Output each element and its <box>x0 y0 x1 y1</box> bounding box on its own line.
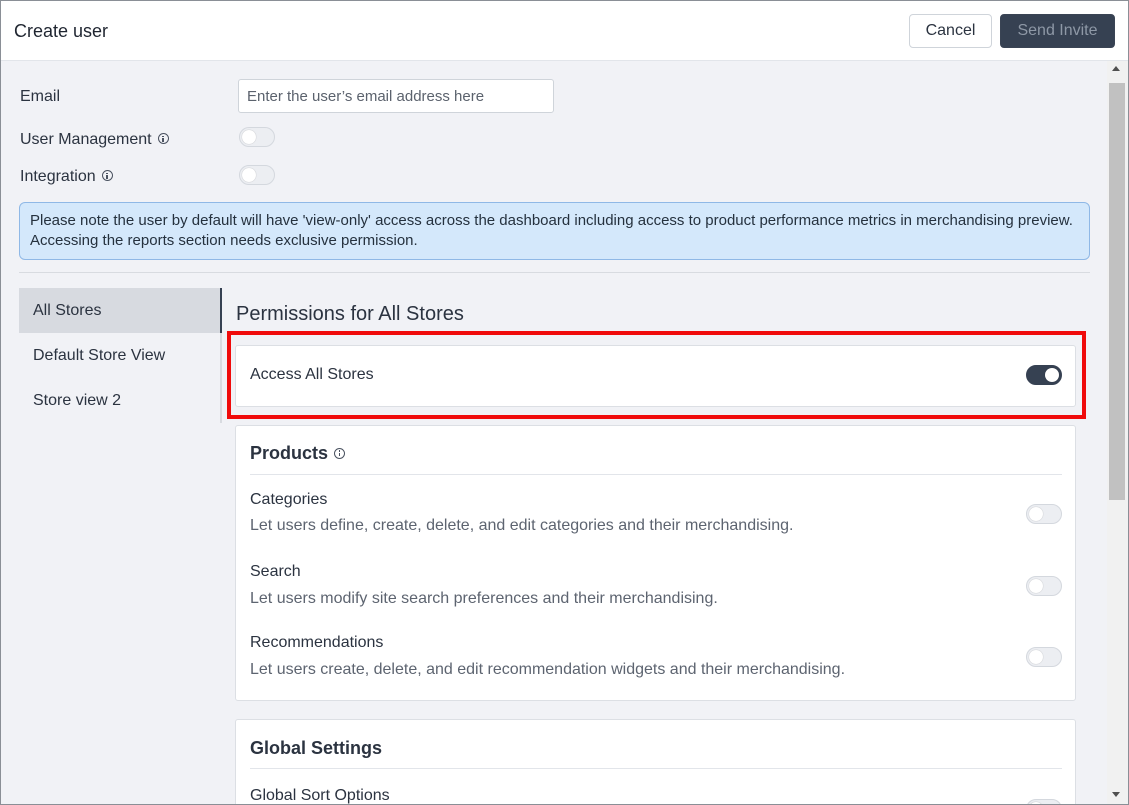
search-toggle[interactable] <box>1026 576 1062 596</box>
scrollbar-thumb[interactable] <box>1109 83 1125 500</box>
recommendations-title: Recommendations <box>250 634 384 651</box>
send-invite-button[interactable]: Send Invite <box>1000 14 1115 48</box>
section-rule <box>250 474 1062 475</box>
global-settings-heading: Global Settings <box>250 738 383 758</box>
dialog-header: Create user Cancel Send Invite <box>1 1 1128 61</box>
recommendations-toggle[interactable] <box>1026 647 1062 667</box>
products-heading: Products <box>250 443 346 464</box>
email-input[interactable] <box>238 79 554 113</box>
global-settings-card: Global Settings Global Sort Options <box>235 719 1076 804</box>
info-icon[interactable] <box>101 170 113 182</box>
categories-description: Let users define, create, delete, and ed… <box>250 517 794 534</box>
scroll-up-arrow-icon[interactable] <box>1112 66 1120 71</box>
toggle-knob <box>242 168 256 182</box>
toggle-knob <box>1029 579 1043 593</box>
view-only-notice: Please note the user by default will hav… <box>19 202 1090 260</box>
integration-label: Integration <box>20 168 113 186</box>
products-card: Products Categories Let users define, cr… <box>235 425 1076 701</box>
email-label: Email <box>20 88 61 105</box>
store-nav-item-store-view-2[interactable]: Store view 2 <box>19 378 220 423</box>
vertical-scrollbar[interactable] <box>1107 61 1128 804</box>
products-heading-text: Products <box>250 443 329 463</box>
toggle-knob <box>1045 368 1059 382</box>
info-icon[interactable] <box>157 133 169 145</box>
user-management-label-text: User Management <box>20 131 152 148</box>
toggle-knob <box>1029 507 1043 521</box>
global-sort-options-title: Global Sort Options <box>250 787 390 804</box>
cancel-button[interactable]: Cancel <box>909 14 992 48</box>
dialog-title: Create user <box>14 21 109 41</box>
global-sort-options-toggle[interactable] <box>1026 799 1062 804</box>
recommendations-description: Let users create, delete, and edit recom… <box>250 661 846 678</box>
section-divider <box>19 272 1090 273</box>
store-nav-item-default-store-view[interactable]: Default Store View <box>19 333 220 378</box>
integration-toggle[interactable] <box>239 165 275 185</box>
access-all-stores-card: Access All Stores <box>235 345 1076 407</box>
categories-title: Categories <box>250 491 328 508</box>
store-nav-item-all-stores[interactable]: All Stores <box>19 288 222 333</box>
access-all-stores-label: Access All Stores <box>250 366 374 383</box>
toggle-knob <box>1029 650 1043 664</box>
access-all-stores-toggle[interactable] <box>1026 365 1062 385</box>
info-icon[interactable] <box>334 447 346 459</box>
section-rule <box>250 768 1062 769</box>
user-management-label: User Management <box>20 131 169 149</box>
permissions-title: Permissions for All Stores <box>236 303 464 325</box>
categories-toggle[interactable] <box>1026 504 1062 524</box>
search-title: Search <box>250 563 301 580</box>
integration-label-text: Integration <box>20 168 96 185</box>
user-management-toggle[interactable] <box>239 127 275 147</box>
dialog-body: Email User Management Integration Please… <box>1 61 1107 804</box>
store-nav: All Stores Default Store View Store view… <box>19 288 222 423</box>
search-description: Let users modify site search preferences… <box>250 590 718 607</box>
scroll-down-arrow-icon[interactable] <box>1112 792 1120 797</box>
create-user-dialog: Create user Cancel Send Invite Email Use… <box>0 0 1129 805</box>
toggle-knob <box>242 130 256 144</box>
